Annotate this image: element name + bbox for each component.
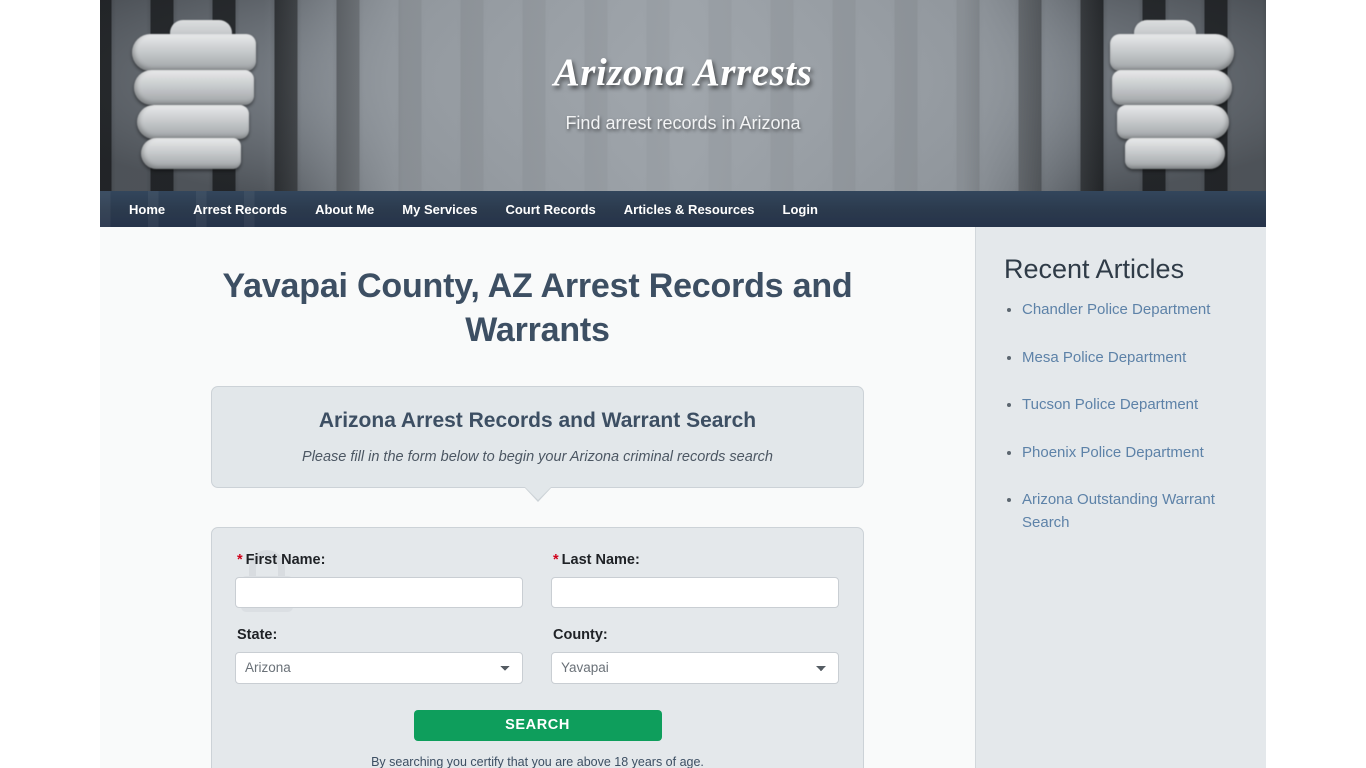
- search-callout-panel: Arizona Arrest Records and Warrant Searc…: [211, 386, 864, 502]
- first-name-label-text: First Name:: [245, 551, 326, 568]
- county-label: County:: [553, 626, 608, 643]
- page-title: Yavapai County, AZ Arrest Records and Wa…: [222, 267, 853, 350]
- article-link-tucson[interactable]: Tucson Police Department: [1022, 396, 1198, 413]
- list-item: Phoenix Police Department: [1022, 442, 1240, 465]
- callout-arrow: [523, 485, 552, 500]
- list-item: Tucson Police Department: [1022, 394, 1240, 417]
- nav-item-court-records[interactable]: Court Records: [491, 194, 609, 225]
- search-form-panel: * First Name: * Last Name: State: Arizon…: [211, 526, 864, 768]
- site-container: Arizona Arrests Find arrest records in A…: [100, 0, 1266, 768]
- main-navigation: Home Arrest Records About Me My Services…: [100, 191, 1266, 227]
- article-link-mesa[interactable]: Mesa Police Department: [1022, 349, 1186, 366]
- required-marker: *: [237, 551, 243, 568]
- sidebar: Recent Articles Chandler Police Departme…: [975, 227, 1266, 768]
- list-item: Arizona Outstanding Warrant Search: [1022, 489, 1240, 534]
- location-field-row: State: Arizona County: Yavapai: [235, 621, 840, 684]
- nav-item-about-me[interactable]: About Me: [301, 194, 388, 225]
- last-name-input[interactable]: [551, 576, 839, 608]
- nav-item-arrest-records[interactable]: Arrest Records: [179, 194, 301, 225]
- nav-item-login[interactable]: Login: [769, 194, 832, 225]
- page-root: Arizona Arrests Find arrest records in A…: [0, 0, 1366, 768]
- state-field-group: State: Arizona: [235, 621, 523, 684]
- callout-title: Arizona Arrest Records and Warrant Searc…: [318, 409, 757, 433]
- site-title: Arizona Arrests: [553, 51, 813, 94]
- list-item: Mesa Police Department: [1022, 347, 1240, 370]
- article-link-outstanding-warrant[interactable]: Arizona Outstanding Warrant Search: [1022, 491, 1215, 531]
- nav-item-home[interactable]: Home: [114, 194, 179, 225]
- last-name-field-group: * Last Name:: [551, 546, 839, 608]
- callout-subtitle: Please fill in the form below to begin y…: [302, 448, 773, 465]
- banner-text-block: Arizona Arrests Find arrest records in A…: [100, 0, 1266, 134]
- county-select[interactable]: Yavapai: [551, 651, 839, 684]
- nav-item-my-services[interactable]: My Services: [388, 194, 491, 225]
- list-item: Chandler Police Department: [1022, 299, 1240, 322]
- state-select[interactable]: Arizona: [235, 651, 523, 684]
- recent-articles-list: Chandler Police Department Mesa Police D…: [1004, 299, 1240, 534]
- article-link-phoenix[interactable]: Phoenix Police Department: [1022, 444, 1204, 461]
- first-name-label: * First Name:: [237, 552, 523, 568]
- search-button[interactable]: SEARCH: [413, 709, 662, 741]
- site-banner: Arizona Arrests Find arrest records in A…: [100, 0, 1266, 191]
- site-tagline: Find arrest records in Arizona: [565, 112, 801, 133]
- first-name-input[interactable]: [235, 576, 523, 608]
- first-name-field-group: * First Name:: [235, 546, 523, 608]
- sidebar-title: Recent Articles: [1004, 254, 1185, 284]
- main-content: Yavapai County, AZ Arrest Records and Wa…: [100, 227, 975, 768]
- nav-item-articles-resources[interactable]: Articles & Resources: [610, 194, 769, 225]
- state-label: State:: [237, 626, 278, 643]
- body-wrapper: Yavapai County, AZ Arrest Records and Wa…: [100, 227, 1266, 768]
- last-name-label-text: Last Name:: [561, 551, 640, 568]
- last-name-label: * Last Name:: [553, 552, 839, 568]
- age-disclaimer: By searching you certify that you are ab…: [371, 754, 704, 768]
- name-field-row: * First Name: * Last Name:: [235, 546, 840, 608]
- required-marker: *: [553, 551, 559, 568]
- field-spacer: [235, 608, 840, 621]
- county-field-group: County: Yavapai: [551, 621, 839, 684]
- article-link-chandler[interactable]: Chandler Police Department: [1022, 301, 1210, 318]
